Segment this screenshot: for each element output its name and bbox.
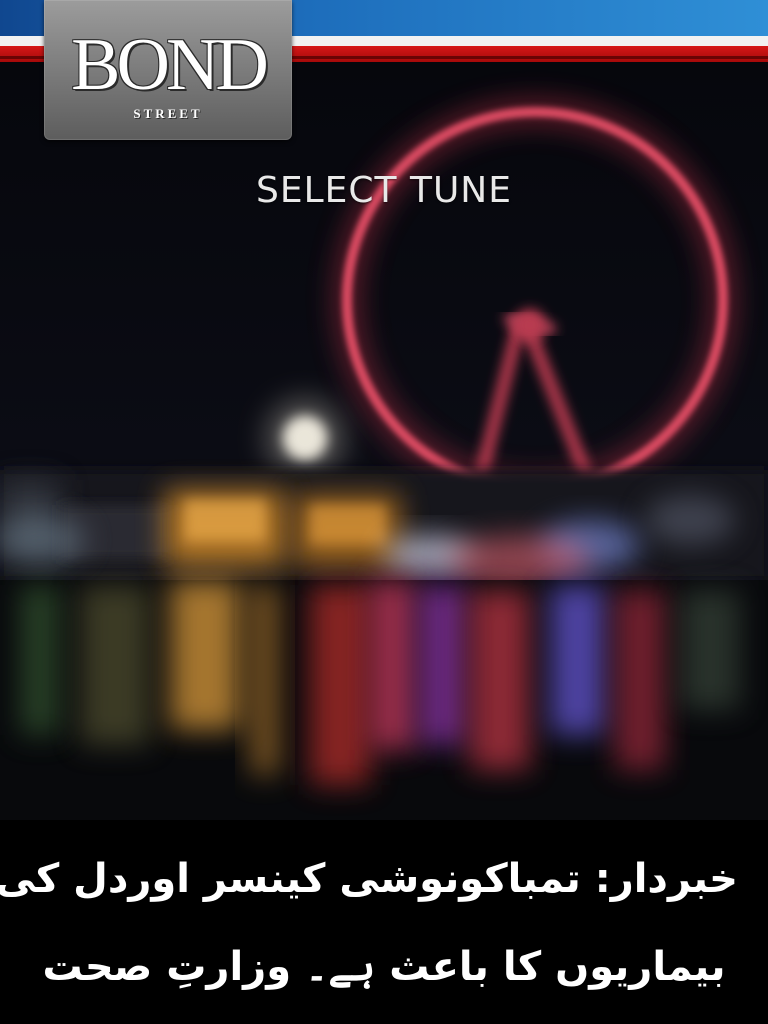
select-tune-title[interactable]: SELECT TUNE — [0, 170, 768, 211]
health-warning-line-2: بیماریوں کا باعث ہے۔ وزارتِ صحت — [42, 944, 726, 990]
app-screen: BOND STREET SELECT TUNE خبردار: تمباکونو… — [0, 0, 768, 1024]
bond-street-logo: BOND STREET — [44, 0, 292, 140]
logo-wordmark: BOND — [71, 24, 269, 106]
health-warning-panel: خبردار: تمباکونوشی کینسر اوردل کی بیماری… — [0, 820, 768, 1024]
logo-subword: STREET — [133, 106, 203, 121]
health-warning-line-1: خبردار: تمباکونوشی کینسر اوردل کی — [0, 856, 738, 902]
